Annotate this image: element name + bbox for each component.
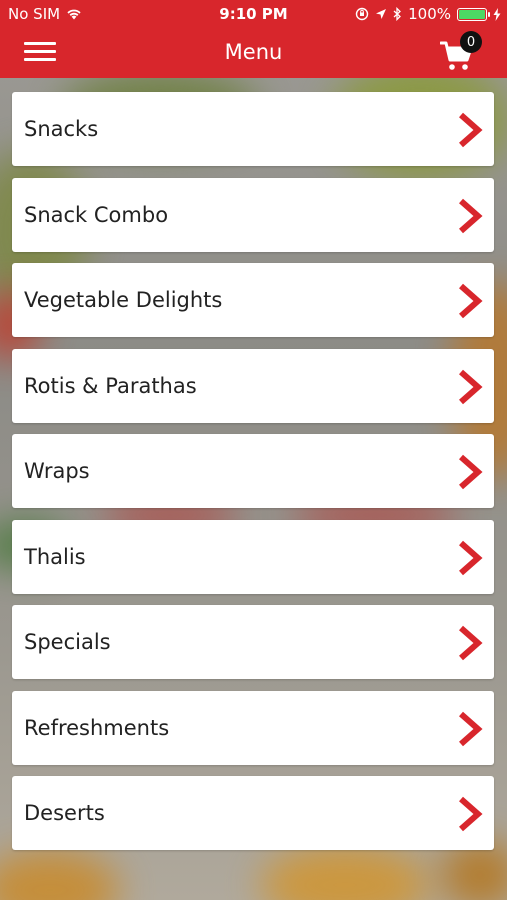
chevron-right-icon <box>459 454 483 490</box>
status-right: 100% <box>355 5 501 23</box>
hamburger-menu-button[interactable] <box>24 39 58 65</box>
menu-category-label: Vegetable Delights <box>24 288 223 312</box>
menu-category-label: Deserts <box>24 801 105 825</box>
menu-category-item[interactable]: Snack Combo <box>12 177 494 252</box>
chevron-right-icon <box>459 198 483 233</box>
hamburger-icon-line <box>24 58 56 61</box>
menu-category-label: Snacks <box>24 117 99 141</box>
status-bar: No SIM 9:10 PM 100% <box>0 0 507 28</box>
hamburger-icon-line <box>24 50 56 53</box>
battery-percent: 100% <box>408 5 451 23</box>
nav-bar: Menu 0 <box>0 28 507 78</box>
menu-category-label: Thalis <box>24 544 86 569</box>
bluetooth-icon <box>393 7 402 21</box>
cart-button[interactable]: 0 <box>440 31 490 74</box>
menu-category-item[interactable]: Rotis & Parathas <box>12 348 494 423</box>
menu-category-item[interactable]: Deserts <box>12 776 494 850</box>
chevron-right-icon <box>459 369 483 404</box>
chevron-right-icon <box>459 283 483 319</box>
battery-icon <box>457 7 490 21</box>
menu-category-label: Specials <box>24 630 111 654</box>
menu-category-item[interactable]: Vegetable Delights <box>12 263 494 337</box>
orientation-lock-icon <box>355 7 369 21</box>
menu-category-item[interactable]: Specials <box>12 605 494 679</box>
menu-category-item[interactable]: Wraps <box>12 434 494 508</box>
battery-level <box>459 9 485 19</box>
menu-category-label: Rotis & Parathas <box>24 373 197 398</box>
chevron-right-icon <box>459 540 483 575</box>
location-icon <box>376 9 387 19</box>
app-header: No SIM 9:10 PM 100% Menu 0 <box>0 0 507 78</box>
app-screen: No SIM 9:10 PM 100% Menu 0 Snacks Snack … <box>0 0 507 900</box>
cart-count-badge: 0 <box>460 31 482 53</box>
chevron-right-icon <box>459 112 483 148</box>
hamburger-icon <box>24 42 56 45</box>
charging-icon <box>493 7 501 21</box>
menu-category-item[interactable]: Snacks <box>12 92 494 166</box>
menu-category-label: Refreshments <box>24 715 170 740</box>
chevron-right-icon <box>459 711 483 746</box>
chevron-right-icon <box>459 625 483 661</box>
menu-category-label: Snack Combo <box>24 202 169 227</box>
chevron-right-icon <box>459 796 483 832</box>
menu-category-label: Wraps <box>24 459 90 483</box>
page-title: Menu <box>224 40 283 64</box>
menu-category-item[interactable]: Refreshments <box>12 690 494 765</box>
menu-category-item[interactable]: Thalis <box>12 519 494 594</box>
